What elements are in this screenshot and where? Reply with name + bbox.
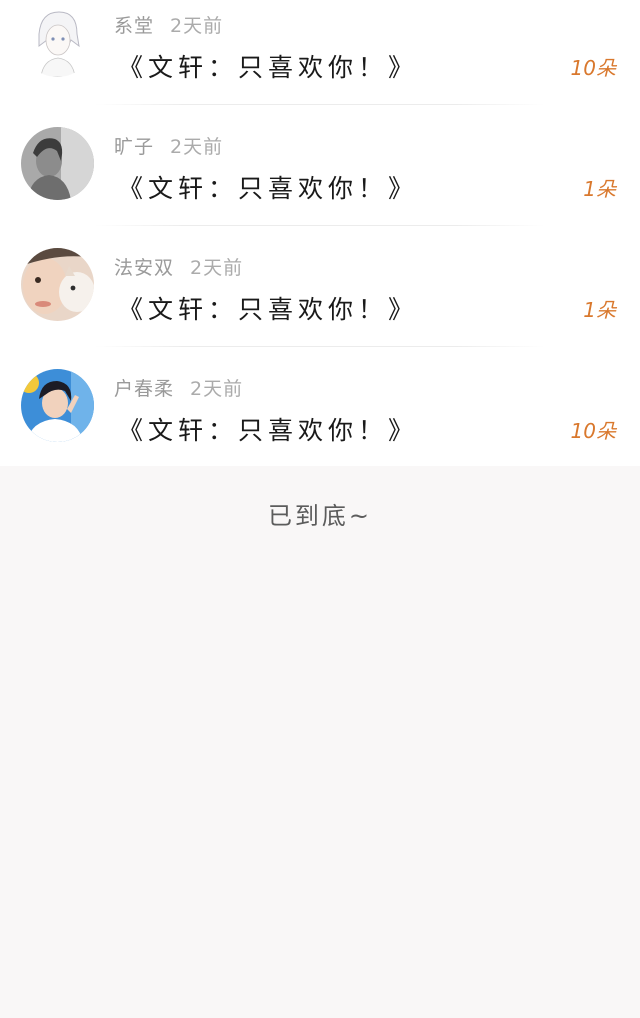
- post-time: 2天前: [170, 15, 224, 37]
- avatar-image: [21, 248, 94, 321]
- post-time: 2天前: [170, 136, 224, 158]
- list-item[interactable]: 法安双 2天前 《文轩：只喜欢你！》 1朵: [0, 226, 640, 347]
- avatar[interactable]: [21, 127, 94, 200]
- avatar-image: [21, 369, 94, 442]
- avatar[interactable]: [21, 4, 94, 77]
- item-meta: 旷子 2天前: [114, 132, 223, 159]
- end-of-list-text: 已到底~: [267, 502, 373, 530]
- avatar-image: [21, 127, 94, 200]
- item-title[interactable]: 《文轩：只喜欢你！》: [118, 290, 418, 326]
- flower-count: 10朵: [570, 56, 616, 80]
- user-name[interactable]: 系堂: [114, 15, 154, 37]
- avatar[interactable]: [21, 248, 94, 321]
- user-name[interactable]: 法安双: [114, 257, 174, 279]
- avatar[interactable]: [21, 369, 94, 442]
- item-meta: 户春柔 2天前: [114, 374, 243, 401]
- user-name[interactable]: 户春柔: [114, 378, 174, 400]
- post-time: 2天前: [190, 257, 244, 279]
- flower-count: 10朵: [570, 419, 616, 443]
- item-title[interactable]: 《文轩：只喜欢你！》: [118, 48, 418, 84]
- flower-count: 1朵: [583, 177, 616, 201]
- item-title[interactable]: 《文轩：只喜欢你！》: [118, 169, 418, 205]
- list-item[interactable]: 系堂 2天前 《文轩：只喜欢你！》 10朵: [0, 0, 640, 105]
- flower-count: 1朵: [583, 298, 616, 322]
- user-name[interactable]: 旷子: [114, 136, 154, 158]
- list-item[interactable]: 旷子 2天前 《文轩：只喜欢你！》 1朵: [0, 105, 640, 226]
- gift-list: 系堂 2天前 《文轩：只喜欢你！》 10朵 旷子 2天前 《文轩：只喜欢你！》 1朵: [0, 0, 640, 466]
- item-title[interactable]: 《文轩：只喜欢你！》: [118, 411, 418, 447]
- item-meta: 法安双 2天前: [114, 253, 243, 280]
- post-time: 2天前: [190, 378, 244, 400]
- avatar-image: [21, 4, 94, 77]
- item-meta: 系堂 2天前: [114, 11, 223, 38]
- list-item[interactable]: 户春柔 2天前 《文轩：只喜欢你！》 10朵: [0, 347, 640, 466]
